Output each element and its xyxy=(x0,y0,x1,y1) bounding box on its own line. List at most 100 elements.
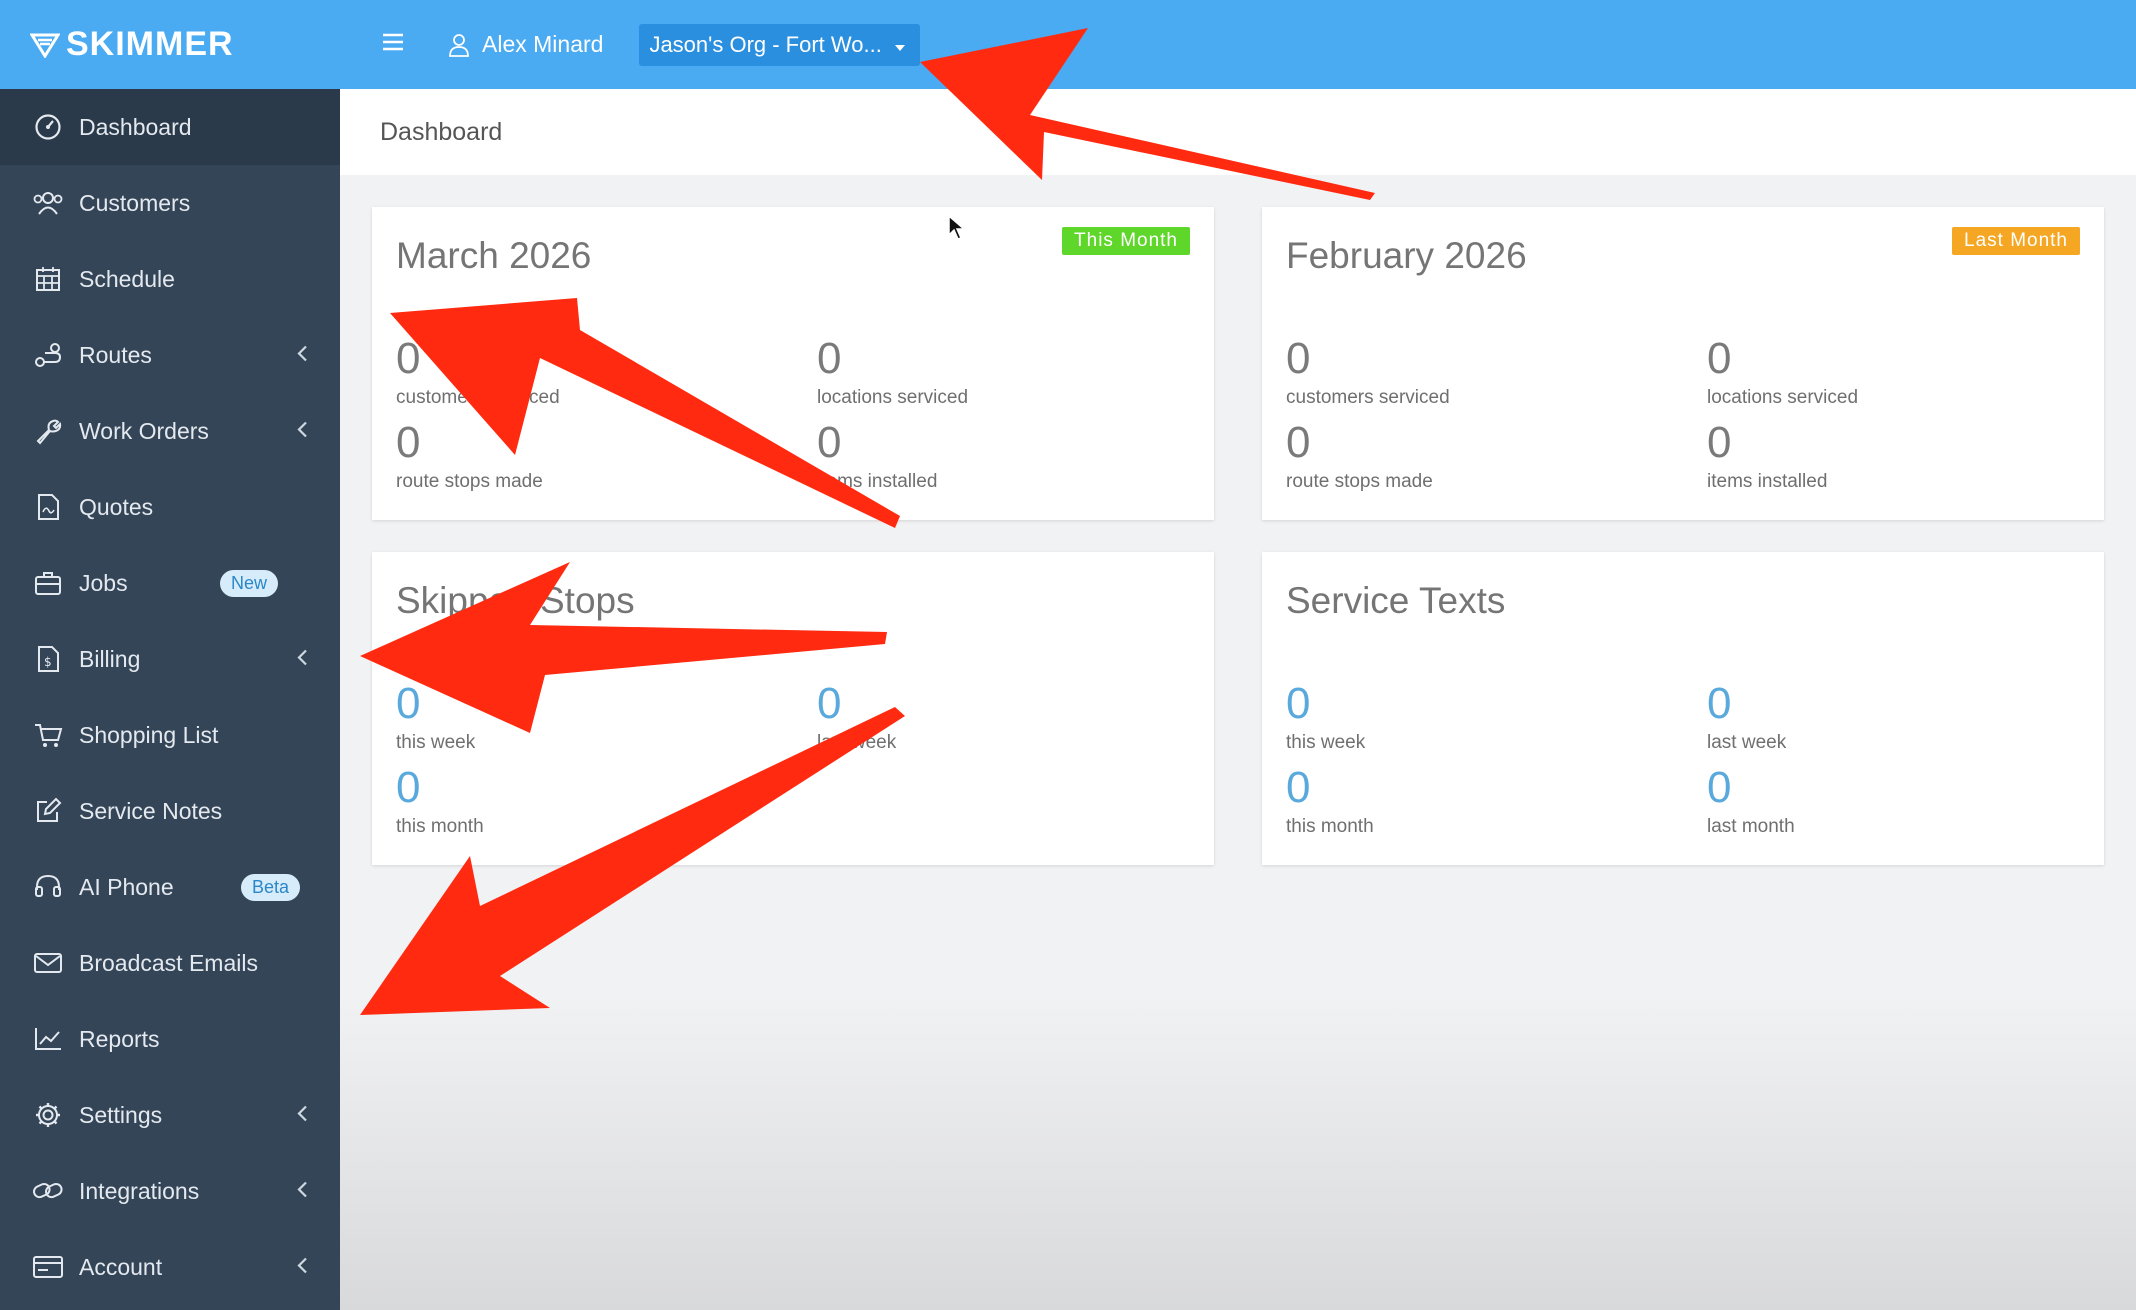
card-title: March 2026 xyxy=(396,235,592,276)
stat-last-month[interactable]: 0 last month xyxy=(1707,766,1795,838)
dashboard-content: March 2026 This Month 0 customers servic… xyxy=(340,175,2136,1310)
stat-label: route stops made xyxy=(1286,471,1433,492)
brand-logo[interactable]: SKIMMER xyxy=(0,0,340,89)
stat-value: 0 xyxy=(1707,418,1732,467)
sidebar-item-jobs[interactable]: Jobs New xyxy=(0,545,340,621)
stat-customers-serviced: 0 customers serviced xyxy=(1286,337,1450,409)
user-name: Alex Minard xyxy=(482,31,604,57)
envelope-icon xyxy=(32,947,64,979)
stat-value: 0 xyxy=(1707,334,1732,383)
sidebar-item-label: Broadcast Emails xyxy=(79,949,258,976)
stat-last-week[interactable]: 0 last week xyxy=(1707,682,1786,754)
stat-label: this week xyxy=(1286,732,1366,753)
sidebar-item-label: Integrations xyxy=(79,1177,200,1204)
stat-this-week[interactable]: 0 this week xyxy=(396,682,475,754)
sidebar-item-settings[interactable]: Settings xyxy=(0,1077,340,1153)
briefcase-icon xyxy=(32,567,64,599)
stat-label: last week xyxy=(817,732,897,753)
sidebar-item-account[interactable]: Account xyxy=(0,1229,340,1305)
calendar-icon xyxy=(32,263,64,295)
card-icon xyxy=(32,1251,64,1283)
sidebar-item-work-orders[interactable]: Work Orders xyxy=(0,393,340,469)
stat-value[interactable]: 0 xyxy=(1707,682,1786,726)
caret-down-icon xyxy=(894,32,906,58)
sidebar-item-billing[interactable]: $ Billing xyxy=(0,621,340,697)
stat-value[interactable]: 0 xyxy=(817,682,896,726)
stat-value: 0 xyxy=(817,418,842,467)
stat-label: route stops made xyxy=(396,471,543,492)
stat-label: last week xyxy=(1707,732,1787,753)
chevron-left-icon xyxy=(296,646,308,673)
sidebar-item-integrations[interactable]: Integrations xyxy=(0,1153,340,1229)
last-month-tag: Last Month xyxy=(1952,227,2080,255)
stat-label: this month xyxy=(396,816,484,837)
org-selector-dropdown[interactable]: Jason's Org - Fort Wo... xyxy=(639,23,920,66)
stat-locations-serviced: 0 locations serviced xyxy=(817,337,968,409)
stat-value[interactable]: 0 xyxy=(1707,766,1795,810)
stat-label: last month xyxy=(1707,816,1795,837)
headset-icon xyxy=(32,871,64,903)
stat-value[interactable]: 0 xyxy=(1286,682,1365,726)
users-icon xyxy=(32,187,64,219)
skipped-stops-card: Skipped Stops 0 this week 0 last week 0 … xyxy=(372,552,1214,865)
invoice-icon: $ xyxy=(32,643,64,675)
stat-this-week[interactable]: 0 this week xyxy=(1286,682,1365,754)
sidebar-item-quotes[interactable]: Quotes xyxy=(0,469,340,545)
sidebar-item-label: Jobs xyxy=(79,569,128,596)
sidebar-item-label: Shopping List xyxy=(79,721,219,748)
dashboard-icon xyxy=(32,111,64,143)
breadcrumb: Dashboard xyxy=(340,89,2136,175)
sidebar-item-label: Account xyxy=(79,1253,163,1280)
skimmer-logo-icon xyxy=(30,33,60,58)
card-title: Service Texts xyxy=(1286,580,1506,621)
stat-label: this week xyxy=(396,732,476,753)
link-icon xyxy=(32,1175,64,1207)
last-month-card: February 2026 Last Month 0 customers ser… xyxy=(1262,207,2104,520)
this-month-tag: This Month xyxy=(1062,227,1190,255)
stat-this-month[interactable]: 0 this month xyxy=(396,766,484,838)
stat-locations-serviced: 0 locations serviced xyxy=(1707,337,1858,409)
sidebar-item-ai-phone[interactable]: AI Phone Beta xyxy=(0,849,340,925)
sidebar-item-label: Quotes xyxy=(79,493,154,520)
stat-value[interactable]: 0 xyxy=(396,766,484,810)
org-name: Jason's Org - Fort Wo... xyxy=(649,31,882,57)
gear-icon xyxy=(32,1099,64,1131)
user-icon xyxy=(449,33,469,57)
stat-route-stops: 0 route stops made xyxy=(1286,421,1433,493)
beta-badge: Beta xyxy=(240,873,300,901)
hamburger-menu-icon[interactable] xyxy=(382,33,404,56)
chevron-left-icon xyxy=(296,1178,308,1205)
stat-customers-serviced: 0 customers serviced xyxy=(396,337,560,409)
sidebar-item-routes[interactable]: Routes xyxy=(0,317,340,393)
card-title: Skipped Stops xyxy=(396,580,635,621)
chevron-left-icon xyxy=(296,418,308,445)
stat-value[interactable]: 0 xyxy=(396,682,475,726)
stat-label: items installed xyxy=(1707,471,1828,492)
stat-last-week[interactable]: 0 last week xyxy=(817,682,896,754)
sidebar-item-shopping-list[interactable]: Shopping List xyxy=(0,697,340,773)
chevron-left-icon xyxy=(296,1254,308,1281)
sidebar-nav: Dashboard Customers Schedule Routes Work… xyxy=(0,89,340,1305)
stat-items-installed: 0 items installed xyxy=(817,421,937,493)
stat-this-month[interactable]: 0 this month xyxy=(1286,766,1374,838)
stat-label: items installed xyxy=(817,471,938,492)
user-menu[interactable]: Alex Minard xyxy=(448,31,603,58)
sidebar-item-customers[interactable]: Customers xyxy=(0,165,340,241)
sidebar-item-schedule[interactable]: Schedule xyxy=(0,241,340,317)
stat-value: 0 xyxy=(1286,418,1311,467)
sidebar-item-broadcast-emails[interactable]: Broadcast Emails xyxy=(0,925,340,1001)
card-title: February 2026 xyxy=(1286,235,1527,276)
sidebar: SKIMMER Dashboard Customers Schedule Rou… xyxy=(0,0,340,1310)
sidebar-item-reports[interactable]: Reports xyxy=(0,1001,340,1077)
stat-label: locations serviced xyxy=(1707,387,1859,408)
sidebar-item-service-notes[interactable]: Service Notes xyxy=(0,773,340,849)
edit-icon xyxy=(32,795,64,827)
current-month-card: March 2026 This Month 0 customers servic… xyxy=(372,207,1214,520)
sidebar-item-label: Routes xyxy=(79,341,152,368)
stat-value[interactable]: 0 xyxy=(1286,766,1374,810)
mouse-cursor-icon xyxy=(948,214,967,246)
sidebar-item-dashboard[interactable]: Dashboard xyxy=(0,89,340,165)
sidebar-item-label: Schedule xyxy=(79,265,175,292)
page-title: Dashboard xyxy=(380,117,503,146)
topbar: Alex Minard Jason's Org - Fort Wo... xyxy=(340,0,2136,89)
